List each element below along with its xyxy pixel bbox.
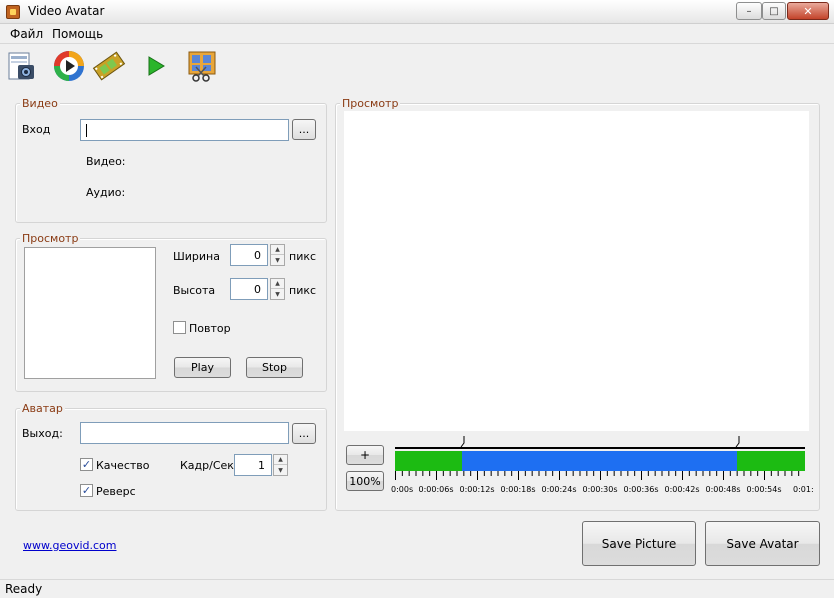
timeline-tick-label: 0:00s — [391, 485, 414, 494]
selection-start-marker[interactable] — [460, 436, 466, 448]
play-button[interactable]: Play — [174, 357, 231, 378]
fps-input[interactable]: 1 — [234, 454, 272, 476]
width-input[interactable]: 0 — [230, 244, 268, 266]
timeline-unselected-start — [395, 451, 462, 471]
window-title: Video Avatar — [28, 4, 105, 18]
status-bar: Ready — [0, 579, 834, 598]
film-strip-icon[interactable] — [92, 49, 126, 83]
timeline-tick-label: 0:00:30s — [582, 485, 618, 494]
minimize-button[interactable]: – — [736, 2, 762, 20]
timeline-track-line — [395, 447, 805, 449]
zoom-level-button[interactable]: 100% — [346, 471, 384, 491]
timeline-tick-label: 0:00:24s — [541, 485, 577, 494]
output-label: Выход: — [22, 427, 63, 440]
edit-frames-icon[interactable] — [186, 49, 220, 83]
timeline-tick-label: 0:00:42s — [664, 485, 700, 494]
repeat-checkbox[interactable] — [173, 321, 186, 334]
height-up-arrow-icon[interactable]: ▲ — [271, 279, 284, 289]
status-text: Ready — [5, 582, 43, 596]
play-icon[interactable] — [140, 49, 174, 83]
width-down-arrow-icon[interactable]: ▼ — [271, 255, 284, 265]
reverse-label: Реверс — [96, 485, 136, 498]
save-avatar-button[interactable]: Save Avatar — [705, 521, 820, 566]
timeline-unselected-end — [737, 451, 805, 471]
title-bar: Video Avatar – □ ✕ — [0, 0, 834, 24]
main-preview-canvas — [344, 111, 809, 431]
avatar-group-title: Аватар — [20, 402, 65, 415]
timeline-tick-labels: 0:00s 0:00:06s 0:00:12s 0:00:18s 0:00:24s 0:0… — [391, 485, 814, 497]
width-spinner[interactable]: ▲ ▼ — [270, 244, 285, 266]
menu-file[interactable]: Файл — [10, 27, 43, 41]
toolbar — [0, 45, 834, 87]
website-link[interactable]: www.geovid.com — [23, 539, 117, 552]
menu-bar: Файл Помощь — [0, 24, 834, 44]
height-unit: пикс — [289, 284, 317, 297]
audio-info-label: Аудио: — [86, 186, 126, 199]
input-file-field[interactable] — [80, 119, 289, 141]
fps-label: Кадр/Сек — [180, 459, 234, 472]
save-picture-button[interactable]: Save Picture — [582, 521, 696, 566]
reverse-checkbox[interactable]: ✓ — [80, 484, 93, 497]
timeline-selected-range — [462, 451, 737, 471]
timeline-tick-label: 0:00:54s — [746, 485, 782, 494]
stop-button[interactable]: Stop — [246, 357, 303, 378]
media-player-icon[interactable] — [52, 49, 86, 83]
output-browse-button[interactable]: ... — [292, 423, 316, 444]
timeline-tick-label: 0:00:36s — [623, 485, 659, 494]
timeline-tick-label: 0:00:06s — [418, 485, 454, 494]
fps-down-arrow-icon[interactable]: ▼ — [274, 465, 287, 475]
zoom-in-button[interactable]: + — [346, 445, 384, 465]
main-preview-title: Просмотр — [340, 97, 401, 110]
quality-label: Качество — [96, 459, 150, 472]
timeline-tick-label: 0:00:12s — [459, 485, 495, 494]
maximize-button[interactable]: □ — [762, 2, 786, 20]
reverse-check-icon: ✓ — [81, 484, 92, 497]
quality-checkbox[interactable]: ✓ — [80, 458, 93, 471]
output-file-field[interactable] — [80, 422, 289, 444]
video-info-label: Видео: — [86, 155, 126, 168]
quality-check-icon: ✓ — [81, 458, 92, 471]
timeline-tick-label: 0:00:18s — [500, 485, 536, 494]
repeat-label: Повтор — [189, 322, 231, 335]
open-video-icon[interactable] — [4, 49, 38, 83]
height-down-arrow-icon[interactable]: ▼ — [271, 289, 284, 299]
input-browse-button[interactable]: ... — [292, 119, 316, 140]
preview-thumbnail — [24, 247, 156, 379]
height-spinner[interactable]: ▲ ▼ — [270, 278, 285, 300]
timeline-tick-label: 0:01: — [793, 485, 814, 494]
timeline-ticks — [395, 471, 800, 480]
menu-help[interactable]: Помощь — [52, 27, 103, 41]
video-group-title: Видео — [20, 97, 60, 110]
timeline[interactable]: 0:00s 0:00:06s 0:00:12s 0:00:18s 0:00:24s 0:0… — [391, 436, 814, 498]
close-button[interactable]: ✕ — [787, 2, 829, 20]
width-label: Ширина — [173, 250, 220, 263]
fps-spinner[interactable]: ▲ ▼ — [273, 454, 288, 476]
fps-up-arrow-icon[interactable]: ▲ — [274, 455, 287, 465]
timeline-tick-label: 0:00:48s — [705, 485, 741, 494]
input-label: Вход — [22, 123, 51, 136]
selection-end-marker[interactable] — [735, 436, 741, 448]
height-input[interactable]: 0 — [230, 278, 268, 300]
width-up-arrow-icon[interactable]: ▲ — [271, 245, 284, 255]
width-unit: пикс — [289, 250, 317, 263]
app-icon — [6, 5, 20, 19]
preview-group-title: Просмотр — [20, 232, 81, 245]
height-label: Высота — [173, 284, 216, 297]
